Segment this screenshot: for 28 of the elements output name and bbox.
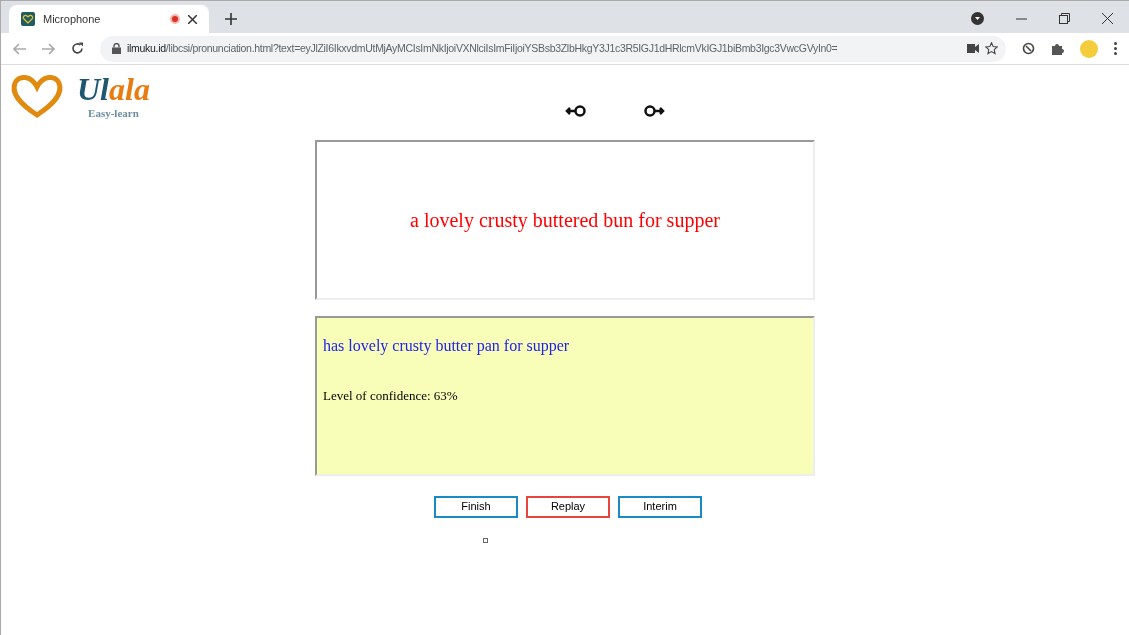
next-icon[interactable] [643,103,665,118]
action-button[interactable]: Replay [526,495,610,518]
url-text: ilmuku.id/libcsi/pronunciation.html?text=eyJlZiI6IkxvdmUtMjAyMCIsImNkIjoiVXNlciIsImFiIjoiYSBsb3ZlbHkgY3J1c3R5IGJ1dHRlcmVkIGJ1biBmb3Igc3VwcGVyIn0= [127,40,839,56]
menu-icon[interactable] [1114,42,1117,55]
puzzle-icon[interactable] [1051,42,1064,55]
camera-icon[interactable] [967,44,979,53]
lock-icon [112,43,121,54]
logo-tagline: Easy-learn [88,106,139,121]
reload-icon[interactable] [71,42,84,55]
browser-tab[interactable]: Microphone [9,5,209,33]
confidence-text: Level of confidence: 63% [323,386,459,405]
bookmark-star-icon[interactable] [985,42,998,55]
close-icon[interactable] [1102,13,1113,24]
action-button[interactable]: Finish [434,495,518,518]
restore-icon[interactable] [1059,13,1070,24]
action-button[interactable]: Interim [618,495,702,518]
close-tab-icon[interactable] [188,14,197,24]
recognized-text: has lovely crusty butter pan for supper [323,335,571,357]
checkbox[interactable] [482,537,488,543]
new-tab-icon[interactable] [225,13,237,25]
heart-logo-icon [9,73,65,119]
tab-title: Microphone [43,11,102,27]
tab-search-icon[interactable] [971,12,984,25]
logo-wordmark: Ulala [77,73,150,105]
heart-favicon-icon [21,12,35,26]
target-sentence: a lovely crusty buttered bun for supper [410,207,720,234]
previous-icon[interactable] [565,103,587,118]
url-field[interactable]: ilmuku.id/libcsi/pronunciation.html?text=eyJlZiI6IkxvdmUtMjAyMCIsImNkIjoiVXNlciIsImFiIjoiYSBsb3ZlbHkgY3J1c3R5IGJ1dHRlcmVkIGJ1biBmb3Igc3VwcGVyIn0= [100,35,1006,62]
